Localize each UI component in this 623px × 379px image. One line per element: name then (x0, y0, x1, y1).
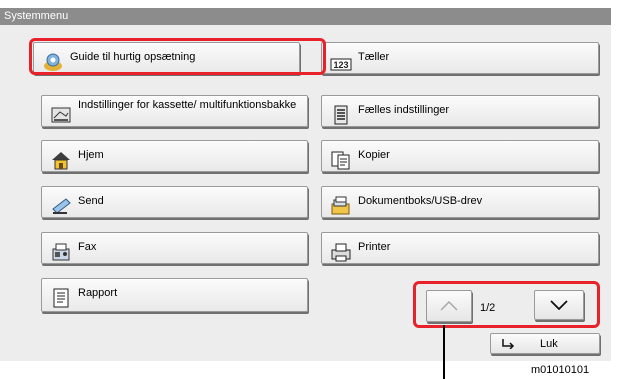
menu-button-label: Kopier (358, 149, 390, 161)
menu-button-fax[interactable]: Fax (41, 232, 308, 264)
close-button[interactable]: Luk (490, 333, 600, 354)
page-up-button[interactable] (426, 290, 472, 322)
page-down-button[interactable] (534, 290, 584, 320)
menu-button-label: Send (78, 195, 104, 207)
menu-button-cassette-settings[interactable]: Indstillinger for kassette/ multifunktio… (41, 95, 308, 127)
figure-code: m01010101 (531, 364, 590, 376)
menu-button-copy[interactable]: Kopier (321, 140, 599, 172)
callout-line (443, 325, 445, 379)
quick-setup-icon (42, 51, 64, 73)
menu-button-label: Guide til hurtig opsætning (70, 51, 196, 63)
window-title: Systemmenu (0, 8, 611, 25)
return-icon (502, 339, 515, 349)
menu-button-label: Tæller (358, 51, 390, 63)
fax-icon (50, 241, 72, 263)
home-icon (50, 149, 72, 171)
menu-button-label: Hjem (78, 149, 104, 161)
svg-text:123: 123 (333, 60, 348, 70)
menu-button-home[interactable]: Hjem (41, 140, 308, 172)
chevron-down-icon (550, 300, 568, 310)
system-menu-panel: Guide til hurtig opsætning Indstillinger… (0, 25, 611, 361)
menu-button-label: Rapport (78, 287, 118, 299)
page-indicator: 1/2 (480, 302, 496, 314)
send-icon (50, 195, 72, 217)
counter-icon: 123 (330, 54, 352, 76)
document-box-icon (330, 195, 352, 217)
menu-button-quick-setup[interactable]: Guide til hurtig opsætning (33, 42, 300, 74)
menu-button-label: Indstillinger for kassette/ multifunktio… (78, 99, 297, 111)
report-icon (50, 287, 72, 309)
menu-button-label: Dokumentboks/USB-drev (358, 195, 483, 207)
close-button-label: Luk (540, 338, 558, 350)
printer-icon (330, 241, 352, 263)
menu-button-send[interactable]: Send (41, 186, 308, 218)
menu-button-label: Fælles indstillinger (358, 104, 450, 116)
menu-button-report[interactable]: Rapport (41, 278, 308, 312)
menu-button-common-settings[interactable]: Fælles indstillinger (321, 95, 599, 127)
menu-button-document-box[interactable]: Dokumentboks/USB-drev (321, 186, 599, 218)
copy-icon (330, 149, 352, 171)
menu-button-label: Fax (78, 241, 97, 253)
chevron-up-icon (440, 301, 458, 311)
menu-button-label: Printer (358, 241, 391, 253)
common-settings-icon (330, 104, 352, 126)
menu-button-printer[interactable]: Printer (321, 232, 599, 264)
cassette-icon (50, 104, 72, 126)
menu-button-counter[interactable]: 123 Tæller (321, 42, 599, 74)
